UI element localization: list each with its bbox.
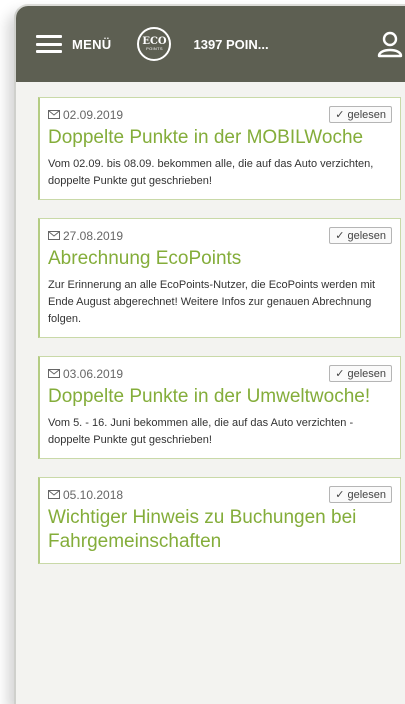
user-profile-icon[interactable] <box>377 30 403 58</box>
message-title[interactable]: Doppelte Punkte in der MOBILWoche <box>48 126 392 150</box>
message-title[interactable]: Abrechnung EcoPoints <box>48 247 392 271</box>
message-date-text: 02.09.2019 <box>63 107 124 122</box>
message-body: Vom 02.09. bis 08.09. bekommen alle, die… <box>48 158 374 187</box>
points-balance[interactable]: 1397 POIN... <box>193 37 268 52</box>
message-body: Zur Erinnerung an alle EcoPoints-Nutzer,… <box>48 279 376 325</box>
message-card[interactable]: 03.06.2019 ✓ gelesen Doppelte Punkte in … <box>38 356 401 459</box>
message-card[interactable]: 05.10.2018 ✓ gelesen Wichtiger Hinweis z… <box>38 477 401 564</box>
logo-text-bottom: POINTS <box>146 46 163 51</box>
message-date: 05.10.2018 <box>48 488 123 502</box>
hamburger-icon <box>36 35 62 53</box>
envelope-icon <box>48 110 60 119</box>
read-status-badge[interactable]: ✓ gelesen <box>329 227 392 244</box>
menu-button[interactable]: MENÜ <box>36 35 111 53</box>
message-card[interactable]: 02.09.2019 ✓ gelesen Doppelte Punkte in … <box>38 97 401 200</box>
envelope-icon <box>48 369 60 378</box>
read-status-badge[interactable]: ✓ gelesen <box>329 365 392 382</box>
message-card[interactable]: 27.08.2019 ✓ gelesen Abrechnung EcoPoint… <box>38 218 401 338</box>
message-date-text: 05.10.2018 <box>63 487 124 502</box>
message-date: 27.08.2019 <box>48 229 123 243</box>
menu-label: MENÜ <box>72 36 112 52</box>
top-navigation-bar: MENÜ ECO POINTS 1397 POIN... <box>16 6 405 82</box>
read-status-badge[interactable]: ✓ gelesen <box>329 486 392 503</box>
ecopoints-logo[interactable]: ECO POINTS <box>137 27 172 61</box>
envelope-icon <box>48 231 60 240</box>
message-list: 02.09.2019 ✓ gelesen Doppelte Punkte in … <box>16 82 405 704</box>
message-title[interactable]: Wichtiger Hinweis zu Buchungen bei Fahrg… <box>48 506 392 554</box>
read-status-badge[interactable]: ✓ gelesen <box>329 106 392 123</box>
message-date: 03.06.2019 <box>48 367 123 381</box>
message-date-text: 27.08.2019 <box>63 228 124 243</box>
message-date-text: 03.06.2019 <box>63 366 124 381</box>
message-body: Vom 5. - 16. Juni bekommen alle, die auf… <box>48 417 354 446</box>
envelope-icon <box>48 490 60 499</box>
message-date: 02.09.2019 <box>48 108 123 122</box>
message-title[interactable]: Doppelte Punkte in der Umweltwoche! <box>48 385 392 409</box>
phone-frame: MENÜ ECO POINTS 1397 POIN... 02.09.2019 … <box>14 4 405 704</box>
